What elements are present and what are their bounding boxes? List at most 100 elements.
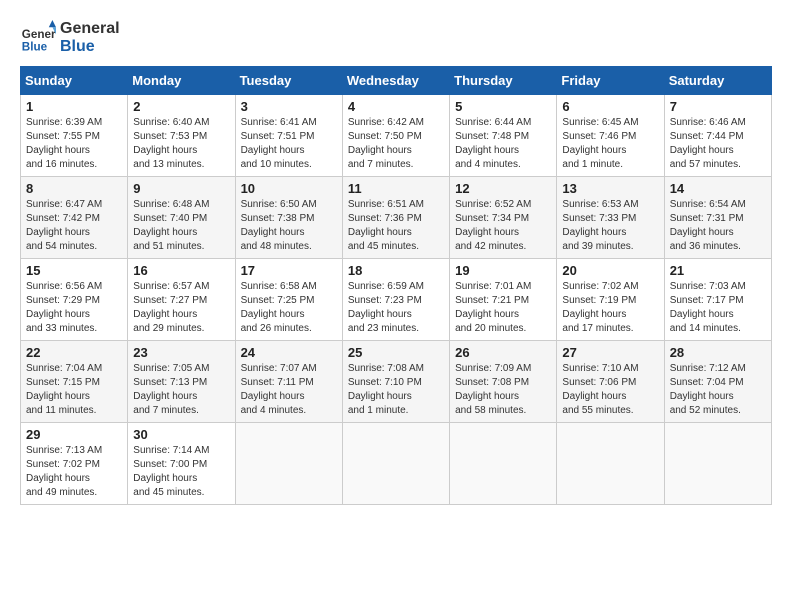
weekday-header-sunday: Sunday — [21, 67, 128, 95]
day-number: 24 — [241, 345, 337, 360]
day-number: 26 — [455, 345, 551, 360]
day-cell-7: 7Sunrise: 6:46 AMSunset: 7:44 PMDaylight… — [664, 95, 771, 177]
weekday-header-wednesday: Wednesday — [342, 67, 449, 95]
day-number: 21 — [670, 263, 766, 278]
empty-cell — [664, 423, 771, 505]
day-cell-1: 1 Sunrise: 6:39 AMSunset: 7:55 PMDaylight… — [21, 95, 128, 177]
day-number: 22 — [26, 345, 122, 360]
day-cell-27: 27 Sunrise: 7:10 AMSunset: 7:06 PMDayligh… — [557, 341, 664, 423]
day-info: Sunrise: 7:10 AMSunset: 7:06 PMDaylight … — [562, 363, 638, 416]
day-cell-25: 25 Sunrise: 7:08 AMSunset: 7:10 PMDayligh… — [342, 341, 449, 423]
day-info: Sunrise: 6:42 AMSunset: 7:50 PMDaylight … — [348, 117, 424, 170]
weekday-row: SundayMondayTuesdayWednesdayThursdayFrid… — [21, 67, 772, 95]
day-info: Sunrise: 6:58 AMSunset: 7:25 PMDaylight … — [241, 281, 317, 334]
day-number: 23 — [133, 345, 229, 360]
day-cell-13: 13 Sunrise: 6:53 AMSunset: 7:33 PMDayligh… — [557, 177, 664, 259]
day-cell-15: 15Sunrise: 6:56 AMSunset: 7:29 PMDayligh… — [21, 259, 128, 341]
day-cell-16: 16 Sunrise: 6:57 AMSunset: 7:27 PMDayligh… — [128, 259, 235, 341]
day-cell-17: 17Sunrise: 6:58 AMSunset: 7:25 PMDayligh… — [235, 259, 342, 341]
day-info: Sunrise: 6:50 AMSunset: 7:38 PMDaylight … — [241, 199, 317, 252]
logo-text-blue: Blue — [60, 38, 120, 56]
day-info: Sunrise: 6:54 AMSunset: 7:31 PMDaylight … — [670, 199, 746, 252]
day-info: Sunrise: 6:45 AMSunset: 7:46 PMDaylight … — [562, 117, 638, 170]
weekday-header-monday: Monday — [128, 67, 235, 95]
day-info: Sunrise: 6:41 AMSunset: 7:51 PMDaylight … — [241, 117, 317, 170]
svg-text:General: General — [22, 28, 56, 41]
week-row-3: 15Sunrise: 6:56 AMSunset: 7:29 PMDayligh… — [21, 259, 772, 341]
day-cell-8: 8 Sunrise: 6:47 AMSunset: 7:42 PMDaylight… — [21, 177, 128, 259]
weekday-header-thursday: Thursday — [450, 67, 557, 95]
weekday-header-friday: Friday — [557, 67, 664, 95]
day-info: Sunrise: 6:51 AMSunset: 7:36 PMDaylight … — [348, 199, 424, 252]
week-row-4: 22 Sunrise: 7:04 AMSunset: 7:15 PMDayligh… — [21, 341, 772, 423]
day-cell-11: 11 Sunrise: 6:51 AMSunset: 7:36 PMDayligh… — [342, 177, 449, 259]
empty-cell — [557, 423, 664, 505]
svg-text:Blue: Blue — [22, 41, 48, 54]
day-cell-28: 28 Sunrise: 7:12 AMSunset: 7:04 PMDayligh… — [664, 341, 771, 423]
day-number: 18 — [348, 263, 444, 278]
day-cell-5: 5 Sunrise: 6:44 AMSunset: 7:48 PMDaylight… — [450, 95, 557, 177]
day-info: Sunrise: 6:59 AMSunset: 7:23 PMDaylight … — [348, 281, 424, 334]
page-header: General Blue General Blue — [20, 20, 772, 56]
day-info: Sunrise: 6:53 AMSunset: 7:33 PMDaylight … — [562, 199, 638, 252]
day-info: Sunrise: 7:05 AMSunset: 7:13 PMDaylight … — [133, 363, 209, 416]
weekday-header-tuesday: Tuesday — [235, 67, 342, 95]
day-number: 11 — [348, 181, 444, 196]
day-info: Sunrise: 7:01 AMSunset: 7:21 PMDaylight … — [455, 281, 531, 334]
empty-cell — [342, 423, 449, 505]
day-info: Sunrise: 7:12 AMSunset: 7:04 PMDaylight … — [670, 363, 746, 416]
day-info: Sunrise: 6:57 AMSunset: 7:27 PMDaylight … — [133, 281, 209, 334]
day-number: 16 — [133, 263, 229, 278]
day-number: 27 — [562, 345, 658, 360]
day-cell-24: 24 Sunrise: 7:07 AMSunset: 7:11 PMDayligh… — [235, 341, 342, 423]
day-info: Sunrise: 7:02 AMSunset: 7:19 PMDaylight … — [562, 281, 638, 334]
day-cell-6: 6 Sunrise: 6:45 AMSunset: 7:46 PMDaylight… — [557, 95, 664, 177]
day-info: Sunrise: 7:03 AMSunset: 7:17 PMDaylight … — [670, 281, 746, 334]
calendar-table: SundayMondayTuesdayWednesdayThursdayFrid… — [20, 66, 772, 505]
day-info: Sunrise: 7:14 AMSunset: 7:00 PMDaylight … — [133, 445, 209, 498]
week-row-1: 1 Sunrise: 6:39 AMSunset: 7:55 PMDaylight… — [21, 95, 772, 177]
day-number: 19 — [455, 263, 551, 278]
day-info: Sunrise: 6:44 AMSunset: 7:48 PMDaylight … — [455, 117, 531, 170]
day-cell-20: 20 Sunrise: 7:02 AMSunset: 7:19 PMDayligh… — [557, 259, 664, 341]
day-cell-22: 22 Sunrise: 7:04 AMSunset: 7:15 PMDayligh… — [21, 341, 128, 423]
day-cell-18: 18 Sunrise: 6:59 AMSunset: 7:23 PMDayligh… — [342, 259, 449, 341]
empty-cell — [235, 423, 342, 505]
day-cell-26: 26 Sunrise: 7:09 AMSunset: 7:08 PMDayligh… — [450, 341, 557, 423]
day-number: 28 — [670, 345, 766, 360]
day-cell-19: 19 Sunrise: 7:01 AMSunset: 7:21 PMDayligh… — [450, 259, 557, 341]
day-number: 7 — [670, 99, 766, 114]
day-number: 29 — [26, 427, 122, 442]
logo-icon: General Blue — [20, 20, 56, 56]
day-number: 2 — [133, 99, 229, 114]
day-number: 12 — [455, 181, 551, 196]
day-cell-9: 9Sunrise: 6:48 AMSunset: 7:40 PMDaylight… — [128, 177, 235, 259]
weekday-header-saturday: Saturday — [664, 67, 771, 95]
calendar-body: 1 Sunrise: 6:39 AMSunset: 7:55 PMDaylight… — [21, 95, 772, 505]
day-cell-12: 12 Sunrise: 6:52 AMSunset: 7:34 PMDayligh… — [450, 177, 557, 259]
day-cell-10: 10Sunrise: 6:50 AMSunset: 7:38 PMDayligh… — [235, 177, 342, 259]
day-number: 8 — [26, 181, 122, 196]
day-number: 25 — [348, 345, 444, 360]
day-info: Sunrise: 7:09 AMSunset: 7:08 PMDaylight … — [455, 363, 531, 416]
day-info: Sunrise: 7:13 AMSunset: 7:02 PMDaylight … — [26, 445, 102, 498]
day-number: 20 — [562, 263, 658, 278]
day-number: 13 — [562, 181, 658, 196]
logo: General Blue General Blue — [20, 20, 120, 56]
day-info: Sunrise: 6:47 AMSunset: 7:42 PMDaylight … — [26, 199, 102, 252]
day-info: Sunrise: 6:39 AMSunset: 7:55 PMDaylight … — [26, 117, 102, 170]
week-row-5: 29 Sunrise: 7:13 AMSunset: 7:02 PMDayligh… — [21, 423, 772, 505]
day-cell-23: 23 Sunrise: 7:05 AMSunset: 7:13 PMDayligh… — [128, 341, 235, 423]
day-number: 6 — [562, 99, 658, 114]
day-info: Sunrise: 7:08 AMSunset: 7:10 PMDaylight … — [348, 363, 424, 416]
day-number: 5 — [455, 99, 551, 114]
day-info: Sunrise: 7:04 AMSunset: 7:15 PMDaylight … — [26, 363, 102, 416]
day-info: Sunrise: 7:07 AMSunset: 7:11 PMDaylight … — [241, 363, 317, 416]
calendar-header: SundayMondayTuesdayWednesdayThursdayFrid… — [21, 67, 772, 95]
day-number: 1 — [26, 99, 122, 114]
logo-text-general: General — [60, 20, 120, 38]
day-info: Sunrise: 6:52 AMSunset: 7:34 PMDaylight … — [455, 199, 531, 252]
day-number: 14 — [670, 181, 766, 196]
day-cell-14: 14 Sunrise: 6:54 AMSunset: 7:31 PMDayligh… — [664, 177, 771, 259]
day-info: Sunrise: 6:56 AMSunset: 7:29 PMDaylight … — [26, 281, 102, 334]
